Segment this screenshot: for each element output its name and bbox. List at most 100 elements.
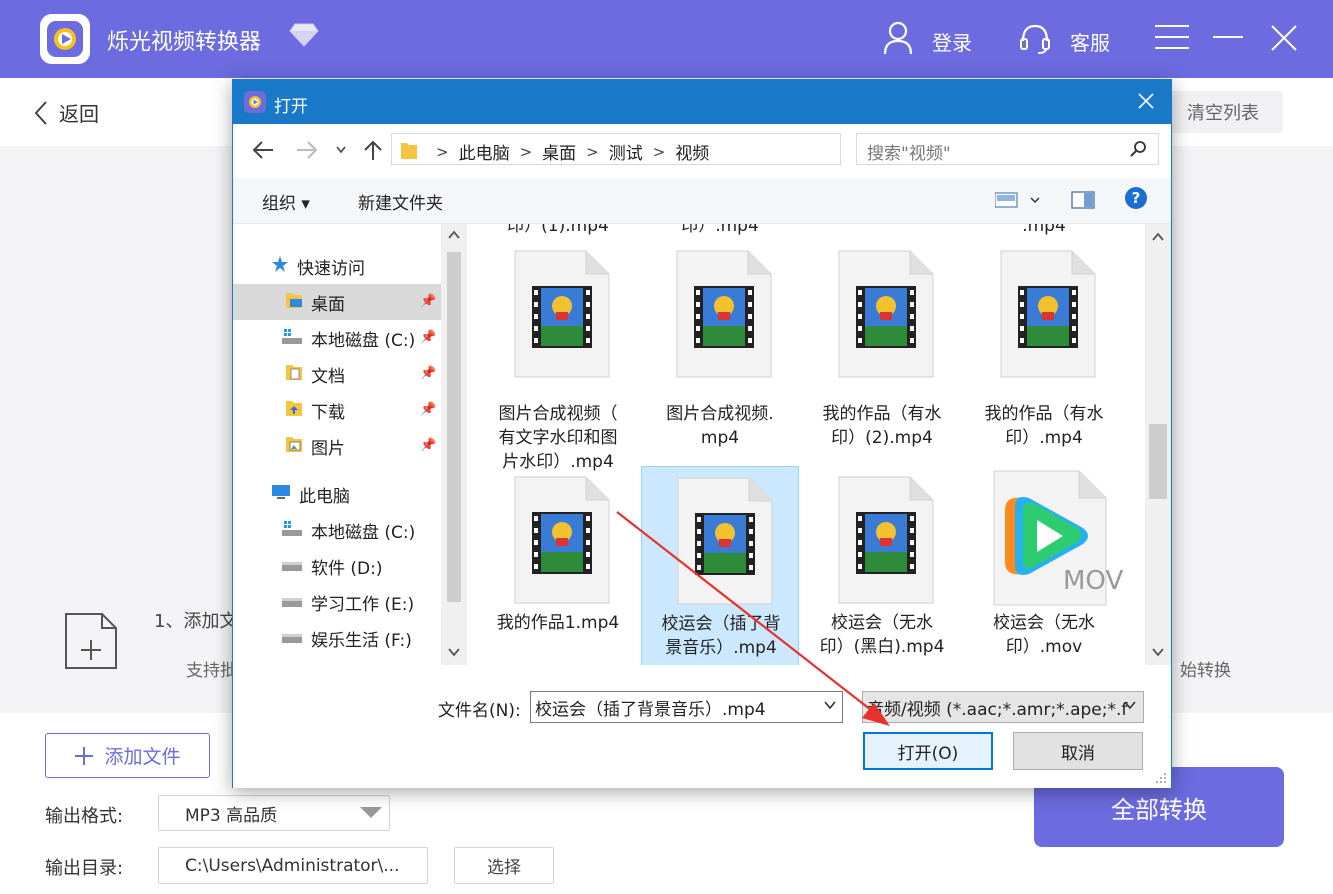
chevron-down-icon[interactable] (823, 698, 837, 716)
folder-icon (400, 140, 418, 164)
files-scrollbar[interactable] (1145, 224, 1171, 665)
headset-icon[interactable] (1018, 23, 1052, 59)
file-label-cut[interactable]: .mp4 (965, 224, 1123, 238)
forward-arrow-icon[interactable] (295, 139, 319, 166)
back-label: 返回 (59, 102, 99, 126)
address-bar[interactable]: > 此电脑 > 桌面 > 测试 > 视频 (391, 133, 1003, 165)
close-icon[interactable] (1269, 23, 1299, 57)
file-name: 图片合成视频. (666, 404, 774, 424)
file-label-cut[interactable]: 印）(1).mp4 (479, 224, 637, 238)
file-label-cut[interactable]: 印）.mp4 (641, 224, 799, 238)
dropdown-arrow-icon[interactable] (360, 807, 382, 818)
filename-label: 文件名(N): (438, 701, 521, 721)
recent-dropdown-icon[interactable] (335, 139, 347, 166)
nav-item-this-pc[interactable]: 此电脑 (271, 476, 350, 512)
breadcrumb-item[interactable]: 此电脑 (459, 139, 510, 164)
breadcrumb-item[interactable]: 测试 (609, 139, 643, 164)
nav-item-quick-access[interactable]: 快速访问 (271, 248, 365, 284)
nav-item-local-c[interactable]: 本地磁盘 (C:) (281, 512, 415, 548)
file-item[interactable]: MOV 校运会（无水 印）.mov (965, 466, 1123, 665)
scroll-up-icon[interactable] (1152, 232, 1164, 242)
file-item[interactable]: 图片合成视频. mp4 (641, 240, 799, 460)
help-icon[interactable]: ? (1125, 187, 1147, 209)
pin-icon[interactable]: 📌 (420, 366, 436, 381)
file-item-selected[interactable]: 校运会（插了背 景音乐）.mp4 (641, 466, 799, 665)
filetype-select[interactable]: 音频/视频 (*.aac;*.amr;*.ape;*.f (862, 691, 1144, 723)
vip-diamond-icon[interactable] (289, 22, 319, 52)
mov-file-icon: MOV (993, 470, 1123, 610)
file-name: 校运会（无水 (993, 613, 1095, 633)
filename-input[interactable]: 校运会（插了背景音乐）.mp4 (530, 691, 843, 723)
nav-item-study-e[interactable]: 学习工作 (E:) (281, 584, 414, 620)
nav-item-fun-f[interactable]: 娱乐生活 (F:) (281, 620, 412, 656)
open-button[interactable]: 打开(O) (863, 732, 993, 770)
scroll-up-icon[interactable] (448, 230, 460, 240)
video-file-icon (676, 250, 772, 382)
add-file-button[interactable]: 添加文件 (45, 733, 210, 778)
search-input[interactable]: 搜索"视频" (856, 133, 1159, 165)
scroll-thumb[interactable] (447, 252, 461, 602)
resize-grip-icon[interactable] (1155, 772, 1167, 784)
file-item[interactable]: 图片合成视频（ 有文字水印和图 片水印）.mp4 (479, 240, 637, 472)
drive-icon (281, 627, 303, 650)
file-name: 校运会（无水 (831, 613, 933, 633)
nav-item-documents[interactable]: 文档 📌 (285, 356, 441, 392)
app-small-icon (244, 91, 266, 113)
pin-icon[interactable]: 📌 (420, 330, 436, 345)
breadcrumb-separator: > (586, 142, 599, 161)
chevron-left-icon (34, 100, 47, 125)
nav-item-downloads[interactable]: 下载 📌 (285, 392, 441, 428)
search-icon[interactable] (1129, 140, 1147, 162)
nav-scrollbar[interactable] (441, 224, 467, 665)
nav-label: 娱乐生活 (F:) (311, 630, 412, 651)
cancel-button[interactable]: 取消 (1013, 732, 1143, 770)
change-view-icon[interactable] (994, 191, 1041, 213)
output-dir-field[interactable]: C:\Users\Administrator\... (158, 847, 428, 884)
login-link[interactable]: 登录 (932, 27, 972, 56)
file-name: 图片合成视频（ (498, 404, 618, 424)
dialog-close-icon[interactable] (1137, 92, 1155, 114)
pin-icon[interactable]: 📌 (420, 294, 436, 309)
breadcrumb-separator: > (652, 142, 666, 161)
preview-pane-icon[interactable] (1071, 190, 1095, 214)
scroll-down-icon[interactable] (448, 647, 460, 657)
scroll-thumb[interactable] (1149, 424, 1167, 499)
nav-item-soft-d[interactable]: 软件 (D:) (281, 548, 383, 584)
file-item[interactable]: 我的作品（有水 印）.mp4 (965, 240, 1123, 460)
app-logo-icon (40, 14, 90, 64)
file-item[interactable]: 我的作品1.mp4 (479, 466, 637, 665)
add-document-icon[interactable] (64, 612, 118, 674)
back-arrow-icon[interactable] (251, 139, 275, 166)
file-item[interactable]: 校运会（无水 印）(黑白).mp4 (803, 466, 961, 665)
file-name: 印）.mov (1005, 637, 1083, 657)
menu-icon[interactable] (1155, 24, 1189, 54)
breadcrumb-item[interactable]: 桌面 (542, 139, 576, 164)
nav-label: 学习工作 (E:) (311, 594, 415, 615)
plus-icon (75, 746, 94, 765)
nav-label: 桌面 (311, 294, 345, 315)
nav-item-desktop[interactable]: 桌面 📌 (233, 284, 441, 320)
clear-list-button[interactable]: 清空列表 (1160, 91, 1283, 133)
drop-hint-support: 支持批 (186, 661, 237, 681)
customer-service-link[interactable]: 客服 (1070, 27, 1110, 56)
scroll-down-icon[interactable] (1152, 647, 1164, 657)
up-arrow-icon[interactable] (362, 139, 384, 166)
organize-button[interactable]: 组织 ▾ (262, 189, 310, 214)
minimize-icon[interactable] (1213, 36, 1243, 38)
chevron-down-icon[interactable] (1123, 698, 1137, 716)
downloads-folder-icon (285, 399, 303, 422)
pictures-folder-icon (285, 435, 303, 458)
breadcrumb-item[interactable]: 视频 (675, 139, 709, 164)
pin-icon[interactable]: 📌 (420, 438, 436, 453)
back-button[interactable]: 返回 (33, 98, 99, 127)
user-icon[interactable] (883, 21, 913, 59)
breadcrumb-separator: > (436, 142, 449, 161)
file-item[interactable]: 我的作品（有水 印）(2).mp4 (803, 240, 961, 460)
mov-badge: MOV (1063, 566, 1124, 596)
output-format-select[interactable]: MP3 高品质 (158, 795, 390, 831)
nav-item-local-c-quick[interactable]: 本地磁盘 (C:) 📌 (281, 320, 441, 356)
select-dir-button[interactable]: 选择 (454, 847, 554, 884)
pin-icon[interactable]: 📌 (420, 402, 436, 417)
nav-item-pictures[interactable]: 图片 📌 (285, 428, 441, 464)
new-folder-button[interactable]: 新建文件夹 (358, 189, 443, 214)
